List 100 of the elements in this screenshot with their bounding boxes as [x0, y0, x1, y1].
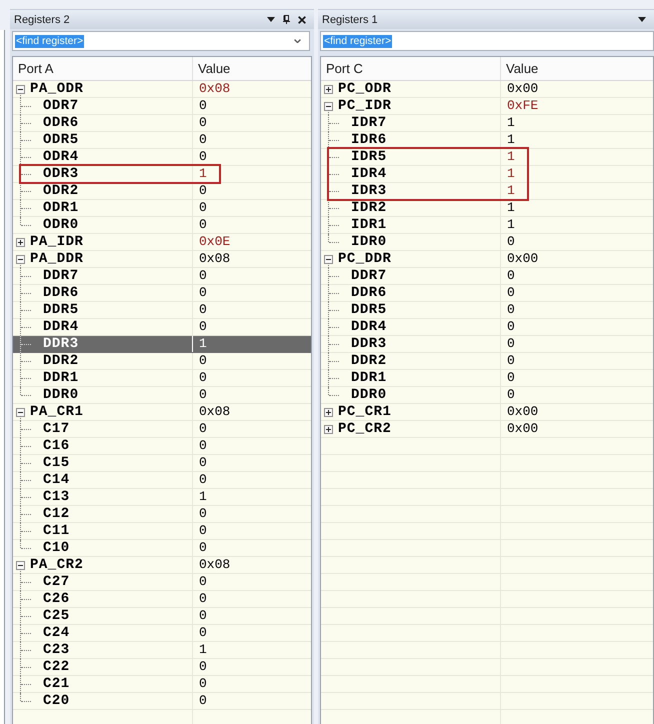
dropdown-triangle-icon[interactable]: [638, 17, 646, 22]
column-header[interactable]: Port A: [18, 61, 54, 76]
register-value: 0x0E: [199, 234, 230, 250]
dropdown-triangle-icon[interactable]: [267, 17, 275, 22]
tree-row[interactable]: DDR2 0: [13, 353, 311, 370]
tree-row[interactable]: C14 0: [13, 472, 311, 489]
register-value: 0x08: [199, 404, 230, 420]
tree-row[interactable]: PA_IDR 0x0E: [13, 234, 311, 251]
chevron-down-icon[interactable]: [294, 39, 301, 43]
register-name: DDR1: [43, 370, 79, 386]
tree-row[interactable]: C26 0: [13, 591, 311, 608]
tree-row[interactable]: PC_CR2 0x00: [321, 421, 653, 438]
tree-row[interactable]: C23 1: [13, 642, 311, 659]
tree-row[interactable]: C25 0: [13, 608, 311, 625]
tree-row[interactable]: IDR2 1: [321, 200, 653, 217]
tree-row[interactable]: IDR3 1: [321, 183, 653, 200]
tree-row[interactable]: DDR0 0: [321, 387, 653, 404]
tree-row[interactable]: DDR3 0: [321, 336, 653, 353]
tree-row[interactable]: C27 0: [13, 574, 311, 591]
tree-row[interactable]: ODR5 0: [13, 132, 311, 149]
tree-row[interactable]: C21 0: [13, 676, 311, 693]
register-name: IDR2: [351, 200, 387, 216]
plus-square-icon[interactable]: [324, 84, 333, 94]
minus-square-icon[interactable]: [16, 254, 25, 264]
tree-row[interactable]: C22 0: [13, 659, 311, 676]
tree-row[interactable]: DDR7 0: [13, 268, 311, 285]
tree-row[interactable]: PC_ODR 0x00: [321, 81, 653, 98]
register-value: 0: [199, 421, 207, 437]
column-header[interactable]: Value: [506, 61, 538, 76]
tree-row[interactable]: ODR2 0: [13, 183, 311, 200]
register-value: 0: [199, 574, 207, 590]
tree-row[interactable]: IDR4 1: [321, 166, 653, 183]
plus-square-icon[interactable]: [324, 408, 333, 416]
register-name: PA_CR2: [30, 557, 84, 573]
tree-row[interactable]: DDR2 0: [321, 353, 653, 370]
plus-square-icon[interactable]: [16, 238, 25, 246]
register-name: C15: [43, 455, 70, 471]
tree-row[interactable]: C17 0: [13, 421, 311, 438]
register-value: 0: [199, 591, 207, 607]
register-name: PC_IDR: [338, 98, 392, 114]
tree-row[interactable]: C10 0: [13, 540, 311, 557]
panel-title: Registers 2: [14, 14, 70, 26]
tree-row[interactable]: PA_ODR 0x08: [13, 81, 311, 98]
tree-row[interactable]: PC_CR1 0x00: [321, 404, 653, 421]
tree-row[interactable]: ODR1 0: [13, 200, 311, 217]
tree-row[interactable]: C16 0: [13, 438, 311, 455]
tree-row[interactable]: ODR4 0: [13, 149, 311, 166]
tree-row[interactable]: ODR0 0: [13, 217, 311, 234]
tree-row[interactable]: ODR7 0: [13, 98, 311, 115]
tree-row[interactable]: PC_DDR 0x00: [321, 251, 653, 268]
tree-row[interactable]: ODR6 0: [13, 115, 311, 132]
tree-row[interactable]: IDR5 1: [321, 149, 653, 166]
tree-row[interactable]: C24 0: [13, 625, 311, 642]
tree-row[interactable]: DDR7 0: [321, 268, 653, 285]
minus-square-icon[interactable]: [324, 254, 333, 264]
tree-row[interactable]: C15 0: [13, 455, 311, 472]
register-name: ODR3: [43, 166, 79, 182]
tree-row[interactable]: DDR4 0: [13, 319, 311, 336]
tree-row[interactable]: PA_DDR 0x08: [13, 251, 311, 268]
tree-row[interactable]: DDR5 0: [321, 302, 653, 319]
tree-row[interactable]: DDR0 0: [13, 387, 311, 404]
register-name: DDR4: [351, 319, 387, 335]
tree-row[interactable]: DDR6 0: [321, 285, 653, 302]
tree-row[interactable]: C11 0: [13, 523, 311, 540]
pin-icon[interactable]: [283, 15, 290, 24]
register-value: 1: [507, 200, 515, 216]
tree-row[interactable]: DDR6 0: [13, 285, 311, 302]
tree-row[interactable]: IDR7 1: [321, 115, 653, 132]
tree-row[interactable]: IDR6 1: [321, 132, 653, 149]
minus-square-icon[interactable]: [324, 102, 333, 110]
close-icon[interactable]: [298, 16, 306, 24]
tree-row[interactable]: C20 0: [13, 693, 311, 710]
tree-row[interactable]: DDR3 1: [13, 336, 311, 353]
tree-row[interactable]: DDR1 0: [13, 370, 311, 387]
register-name: DDR5: [43, 302, 79, 318]
tree-row[interactable]: DDR4 0: [321, 319, 653, 336]
register-name: PC_CR2: [338, 421, 392, 437]
minus-square-icon[interactable]: [16, 560, 25, 570]
tree-row[interactable]: DDR5 0: [13, 302, 311, 319]
register-name: IDR3: [351, 183, 387, 199]
tree-row[interactable]: C13 1: [13, 489, 311, 506]
tree-row[interactable]: ODR3 1: [13, 166, 311, 183]
register-name: ODR5: [43, 132, 79, 148]
tree-row[interactable]: PA_CR1 0x08: [13, 404, 311, 421]
register-value: 0: [199, 625, 207, 641]
column-header[interactable]: Port C: [326, 61, 363, 76]
register-value: 1: [199, 336, 207, 352]
plus-square-icon[interactable]: [324, 424, 333, 434]
tree-row[interactable]: IDR0 0: [321, 234, 653, 251]
register-value: 0: [199, 693, 207, 709]
tree-row[interactable]: PA_CR2 0x08: [13, 557, 311, 574]
tree-row[interactable]: DDR1 0: [321, 370, 653, 387]
tree-row[interactable]: IDR1 1: [321, 217, 653, 234]
register-name: C13: [43, 489, 70, 505]
column-header[interactable]: Value: [198, 61, 230, 76]
tree-row[interactable]: PC_IDR 0xFE: [321, 98, 653, 115]
minus-square-icon[interactable]: [16, 84, 25, 94]
tree-row[interactable]: C12 0: [13, 506, 311, 523]
register-name: IDR7: [351, 115, 387, 131]
minus-square-icon[interactable]: [16, 408, 25, 416]
